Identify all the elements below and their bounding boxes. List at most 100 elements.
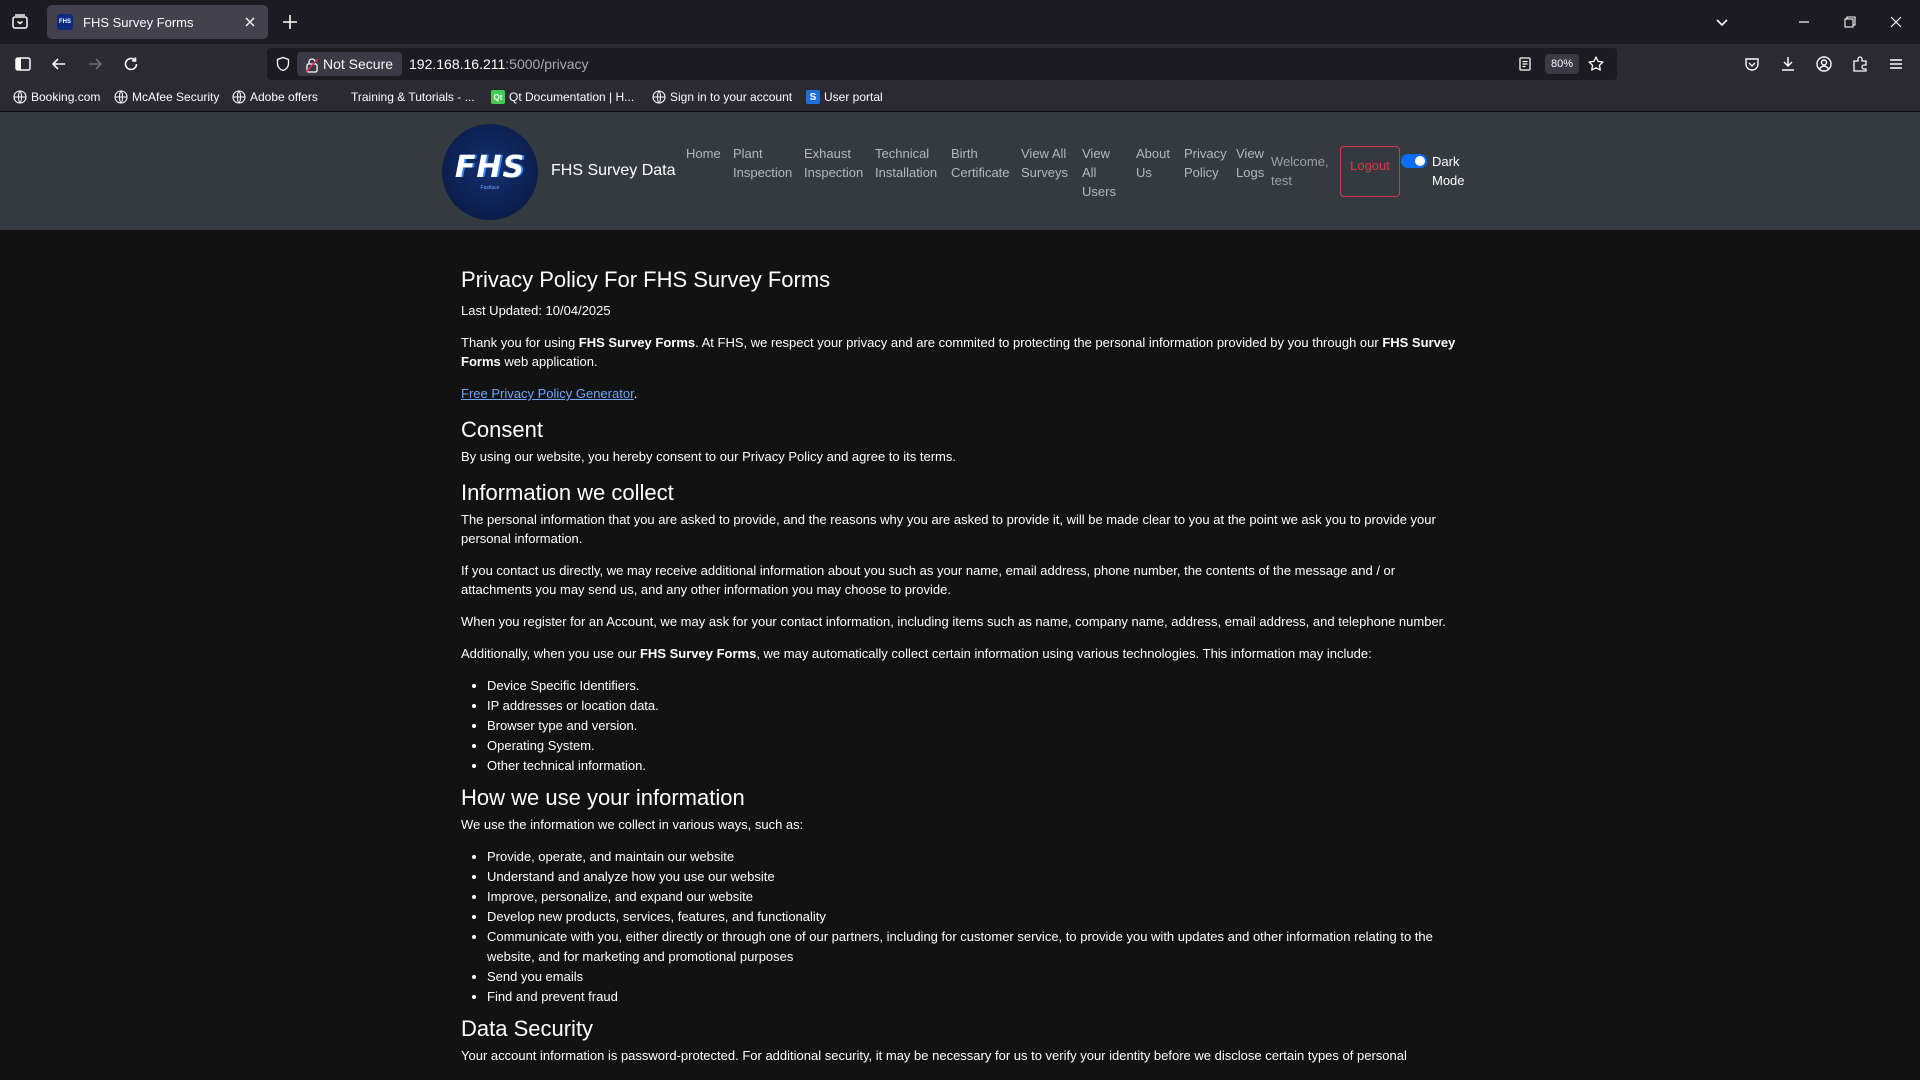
nav-label: Plant: [733, 146, 763, 161]
dark-mode-label-line: Mode: [1432, 173, 1465, 188]
nav-technical-installation[interactable]: Technical Installation: [875, 144, 937, 182]
list-item: Develop new products, services, features…: [487, 907, 1461, 927]
nav-label: Technical: [875, 146, 930, 161]
privacy-policy-content: Privacy Policy For FHS Survey Forms Last…: [461, 265, 1461, 1078]
collect-heading: Information we collect: [461, 480, 674, 505]
back-icon[interactable]: [47, 52, 71, 76]
collect-paragraph: If you contact us directly, we may recei…: [461, 563, 1396, 597]
last-updated: Last Updated: 10/04/2025: [461, 303, 611, 318]
generator-suffix: .: [633, 386, 638, 401]
tab-list-icon[interactable]: [8, 10, 32, 34]
url-text[interactable]: 192.168.16.211:5000/privacy: [409, 56, 589, 72]
close-window-icon[interactable]: [1884, 10, 1908, 34]
bookmarks-toolbar: Booking.com McAfee Security Adobe offers…: [0, 84, 1920, 112]
zoom-level-button[interactable]: 80%: [1545, 54, 1580, 74]
restore-icon[interactable]: [1838, 10, 1862, 34]
use-list: Provide, operate, and maintain our websi…: [487, 847, 1461, 1007]
bookmark-label: Adobe offers: [250, 90, 318, 104]
security-text: Your account information is password-pro…: [461, 1048, 1407, 1063]
globe-icon: [114, 90, 128, 104]
forward-icon[interactable]: [83, 52, 107, 76]
page-title: Privacy Policy For FHS Survey Forms: [461, 267, 831, 292]
list-item: Send you emails: [487, 967, 1461, 987]
list-item: Device Specific Identifiers.: [487, 676, 1461, 696]
new-tab-icon[interactable]: [279, 11, 301, 33]
nav-view-all-users[interactable]: View All Users: [1082, 144, 1116, 201]
tab-favicon: FHS: [57, 14, 73, 30]
sidebar-icon[interactable]: [11, 52, 35, 76]
bookmark-label: Qt Documentation | H...: [509, 90, 635, 104]
brand-name[interactable]: FHS Survey Data: [551, 162, 675, 180]
nav-about-us[interactable]: About Us: [1136, 144, 1170, 182]
bookmark-item[interactable]: Adobe offers: [232, 90, 318, 104]
dark-mode-toggle[interactable]: [1401, 154, 1427, 168]
nav-label: Home: [686, 146, 721, 161]
fhs-logo[interactable]: FHS Fastlace: [442, 124, 538, 220]
nav-label: View: [1236, 146, 1264, 161]
nav-label: Inspection: [733, 165, 793, 180]
downloads-icon[interactable]: [1776, 52, 1800, 76]
dark-mode-label-line: Dark: [1432, 154, 1460, 169]
minimize-icon[interactable]: [1792, 10, 1816, 34]
consent-text: By using our website, you hereby consent…: [461, 449, 956, 464]
list-item: Provide, operate, and maintain our websi…: [487, 847, 1461, 867]
reload-icon[interactable]: [119, 52, 143, 76]
nav-view-all-surveys[interactable]: View All Surveys: [1021, 144, 1068, 182]
url-bar[interactable]: Not Secure 192.168.16.211:5000/privacy 8…: [267, 48, 1617, 80]
close-tab-icon[interactable]: [242, 14, 258, 30]
not-secure-label: Not Secure: [323, 56, 394, 72]
use-intro: We use the information we collect in var…: [461, 817, 804, 832]
nav-exhaust-inspection[interactable]: Exhaust Inspection: [804, 144, 863, 182]
bookmark-label: Training & Tutorials - ...: [351, 90, 475, 104]
username: test: [1271, 173, 1292, 188]
privacy-generator-link[interactable]: Free Privacy Policy Generator: [461, 386, 634, 401]
dark-mode-label: Dark Mode: [1432, 152, 1465, 190]
intro-text: Thank you for using: [461, 335, 579, 350]
nav-label: View All: [1021, 146, 1067, 161]
bookmark-item[interactable]: McAfee Security: [114, 90, 219, 104]
site-header: FHS Fastlace FHS Survey Data Home Plant …: [0, 112, 1920, 230]
reader-view-icon[interactable]: [1517, 56, 1533, 77]
bookmark-item[interactable]: Sign in to your account: [652, 90, 792, 104]
nav-label: View: [1082, 146, 1110, 161]
logout-button[interactable]: Logout: [1340, 146, 1400, 197]
list-item: Communicate with you, either directly or…: [487, 927, 1461, 967]
nav-birth-certificate[interactable]: Birth Certificate: [951, 144, 1010, 182]
nav-label: Policy: [1184, 165, 1219, 180]
list-item: Browser type and version.: [487, 716, 1461, 736]
nav-label: Exhaust: [804, 146, 851, 161]
bookmark-star-icon[interactable]: [1587, 55, 1605, 78]
consent-heading: Consent: [461, 417, 543, 442]
pocket-icon[interactable]: [1740, 52, 1764, 76]
list-all-tabs-icon[interactable]: [1710, 10, 1734, 34]
logo-subtext: Fastlace: [480, 185, 500, 191]
extensions-icon[interactable]: [1848, 52, 1872, 76]
tab-title: FHS Survey Forms: [83, 14, 194, 30]
collect-list: Device Specific Identifiers. IP addresse…: [487, 676, 1461, 776]
nav-plant-inspection[interactable]: Plant Inspection: [733, 144, 792, 182]
bookmark-item[interactable]: S User portal: [806, 90, 883, 104]
nav-label: Certificate: [951, 165, 1010, 180]
intro-bold: FHS Survey Forms: [578, 335, 696, 350]
nav-home[interactable]: Home: [686, 144, 721, 163]
bookmark-item[interactable]: Booking.com: [13, 90, 100, 104]
qt-icon: Qt: [491, 90, 505, 104]
welcome-text: Welcome, test: [1271, 152, 1329, 190]
toggle-knob: [1415, 156, 1425, 166]
bookmark-item[interactable]: Qt Qt Documentation | H...: [491, 90, 634, 104]
account-icon[interactable]: [1812, 52, 1836, 76]
nav-privacy-policy[interactable]: Privacy Policy: [1184, 144, 1227, 182]
navigation-toolbar: Not Secure 192.168.16.211:5000/privacy 8…: [0, 44, 1920, 84]
portal-icon: S: [806, 90, 820, 104]
collect-text: , we may automatically collect certain i…: [756, 646, 1372, 661]
not-secure-indicator[interactable]: Not Secure: [297, 52, 403, 76]
collect-paragraph: When you register for an Account, we may…: [461, 614, 1446, 629]
nav-view-logs[interactable]: View Logs: [1236, 144, 1264, 182]
bookmark-item[interactable]: Training & Tutorials - ...: [333, 90, 475, 104]
collect-paragraph: Additionally, when you use our FHS Surve…: [461, 644, 1461, 663]
menu-icon[interactable]: [1884, 52, 1908, 76]
bookmark-label: User portal: [824, 90, 883, 104]
active-tab[interactable]: FHS FHS Survey Forms: [47, 5, 268, 39]
tracking-protection-icon[interactable]: [275, 56, 291, 72]
nav-label: Us: [1136, 165, 1152, 180]
